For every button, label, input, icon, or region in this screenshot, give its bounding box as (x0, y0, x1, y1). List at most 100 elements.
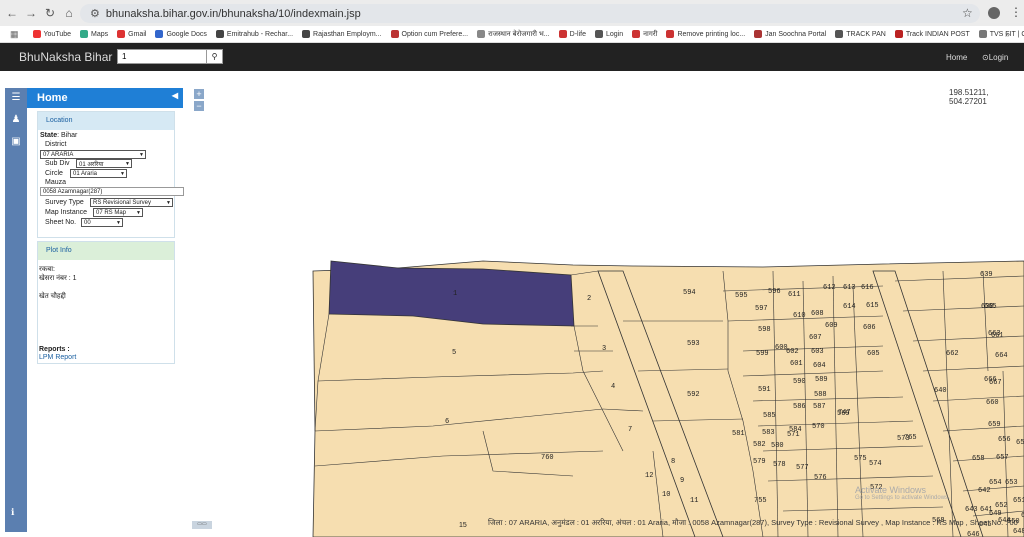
collapse-panel-icon[interactable]: ◀ (172, 91, 178, 100)
bookmark-item[interactable]: D-life (558, 30, 586, 38)
bookmark-item[interactable]: TVS FIT | Create (978, 30, 1024, 38)
parcel-label: 577 (796, 464, 809, 472)
sheet-no-value: 00 (84, 219, 91, 226)
menu-kebab-icon[interactable]: ⋮ (1010, 5, 1022, 19)
parcel-label: 660 (986, 399, 999, 407)
bookmark-star-icon[interactable]: ☆ (962, 6, 973, 20)
bookmark-label: Remove printing loc... (677, 30, 746, 38)
cadastral-map-svg[interactable]: 123456776012891011594 595 596 611612 613 6166… (183, 71, 1024, 537)
parcel-label: 594 (683, 289, 696, 297)
info-icon[interactable]: ℹ (11, 507, 14, 518)
parcel-label: 664 (995, 352, 1008, 360)
parcel-label: 610 (793, 312, 806, 320)
bookmark-label: Rajasthan Employm... (313, 30, 382, 38)
bookmark-item[interactable]: Remove printing loc... (666, 30, 745, 38)
parcel-label: 12 (645, 472, 653, 480)
circle-select[interactable]: 01 Araria ▼ (70, 169, 127, 178)
home-icon[interactable]: ⌂ (62, 6, 76, 20)
bookmark-item[interactable]: Option cum Prefere... (390, 30, 468, 38)
chevron-down-icon: ▼ (120, 170, 125, 177)
apps-grid-icon[interactable]: ▦ (10, 29, 19, 40)
parcel-label: 603 (811, 348, 824, 356)
parcel-label: 596 (768, 288, 781, 296)
parcel-label: 662 (946, 350, 959, 358)
map-coordinates: 198.51211, 504.27201 (949, 88, 989, 106)
parcel-label: 607 (809, 334, 822, 342)
bookmark-label: YouTube (43, 30, 72, 38)
profile-avatar[interactable] (988, 7, 1000, 19)
bookmark-favicon-icon (32, 30, 41, 38)
map-instance-label: Map Instance (45, 209, 88, 216)
subdiv-select[interactable]: 01 अररिया ▼ (76, 159, 132, 168)
parcel-label: 657 (996, 454, 1009, 462)
subdiv-value: 01 अररिया (79, 161, 104, 168)
parcel-label: 654 (989, 479, 1002, 487)
mauza-select[interactable]: 0058 Azamnagar(287) (40, 187, 184, 196)
back-icon[interactable]: ← (5, 6, 19, 20)
address-bar[interactable]: ⚙ bhunaksha.bihar.gov.in/bhunaksha/10/in… (80, 4, 980, 23)
bookmark-item[interactable]: Emitrahub - Rechar... (215, 30, 293, 38)
survey-type-label: Survey Type (45, 199, 84, 206)
bookmark-item[interactable]: Maps (80, 30, 108, 38)
bookmark-item[interactable]: नागरी (632, 30, 657, 39)
nav-home-link[interactable]: Home (946, 53, 967, 62)
parcel-label: 581 (732, 430, 745, 438)
survey-type-select[interactable]: RS Revisional Survey ▼ (90, 198, 173, 207)
menu-icon[interactable]: ☰ (5, 92, 27, 110)
search-input[interactable] (117, 49, 207, 64)
bookmark-item[interactable]: Track INDIAN POST (894, 30, 970, 38)
bookmark-item[interactable]: Jan Soochna Portal (754, 30, 826, 38)
parcel-label: 604 (813, 362, 826, 370)
bell-icon[interactable]: ♟ (5, 114, 27, 132)
bookmark-item[interactable]: Login (594, 30, 623, 38)
parcel-label: 760 (541, 454, 554, 462)
chevron-down-icon: ▼ (166, 199, 171, 206)
left-icon-rail: ☰ ♟ ▣ (5, 88, 27, 532)
bookmark-label: Maps (91, 30, 109, 38)
bookmark-label: D-life (569, 30, 586, 38)
parcel-label: 648 (1013, 528, 1024, 536)
map-parcel-label-bottom: 15 (459, 522, 467, 529)
parcel-label: 641 (980, 506, 993, 514)
bookmarks-bar: ▦ YouTube Maps Gmail Google Docs Emitrahub -… (0, 26, 1024, 43)
bookmark-item[interactable]: TRACK PAN (835, 30, 886, 38)
app-navbar: BhuNaksha Bihar ⚲ Home ⊙Login (0, 43, 1024, 71)
forward-icon[interactable]: → (24, 6, 38, 20)
parcel-label: 579 (753, 458, 766, 466)
bookmark-item[interactable]: Google Docs (155, 30, 207, 38)
zoom-out-button[interactable]: − (194, 101, 204, 111)
parcel-label: 574 (869, 460, 882, 468)
district-select[interactable]: 07 ARARIA ▼ (40, 150, 146, 159)
plot-boundary-label: खेत चौहद्दी (39, 293, 66, 300)
lpm-report-link[interactable]: LPM Report (39, 354, 76, 361)
bookmark-item[interactable]: YouTube (32, 30, 72, 38)
brand-title[interactable]: BhuNaksha Bihar (19, 50, 112, 64)
reload-icon[interactable]: ↻ (43, 6, 57, 20)
parcel-label: 658 (972, 455, 985, 463)
cadastral-map[interactable]: 1 2 3 4 5 6 7 760 12 8 9 10 11 594 595 596 611 612 613 616 6… (183, 71, 1024, 537)
bookmark-favicon-icon (894, 30, 903, 38)
bookmark-item[interactable]: Gmail (117, 30, 146, 38)
bookmark-favicon-icon (835, 30, 844, 38)
search-icon[interactable]: ⚲ (207, 49, 223, 64)
search-bar: ⚲ (117, 49, 223, 64)
parcel-label: 638 (981, 303, 994, 311)
bookmark-item[interactable]: राजस्थान बेरोजगारी भ... (477, 30, 550, 39)
bookmark-favicon-icon (155, 30, 164, 38)
parcel-label: 1 (453, 290, 457, 298)
zoom-in-button[interactable]: + (194, 89, 204, 99)
mauza-label: Mauza (45, 179, 67, 186)
sheet-no-select[interactable]: 00 ▼ (81, 218, 123, 227)
map-instance-select[interactable]: 07 RS Map ▼ (93, 208, 143, 217)
image-icon[interactable]: ▣ (5, 136, 27, 154)
bookmark-item[interactable]: Rajasthan Employm... (302, 30, 382, 38)
watermark-subtitle: Go to Settings to activate Windows. (855, 495, 950, 501)
more-bookmarks-icon[interactable]: » (1005, 29, 1010, 39)
parcel-label: 4 (611, 383, 615, 391)
bookmark-favicon-icon (390, 30, 399, 38)
parcel-label: 651 (1013, 497, 1024, 505)
nav-login-link[interactable]: ⊙Login (982, 53, 1008, 62)
panel-home-header: Home ◀ (27, 88, 183, 108)
site-settings-icon[interactable]: ⚙ (90, 7, 100, 20)
parcel-label: 755 (754, 497, 767, 505)
